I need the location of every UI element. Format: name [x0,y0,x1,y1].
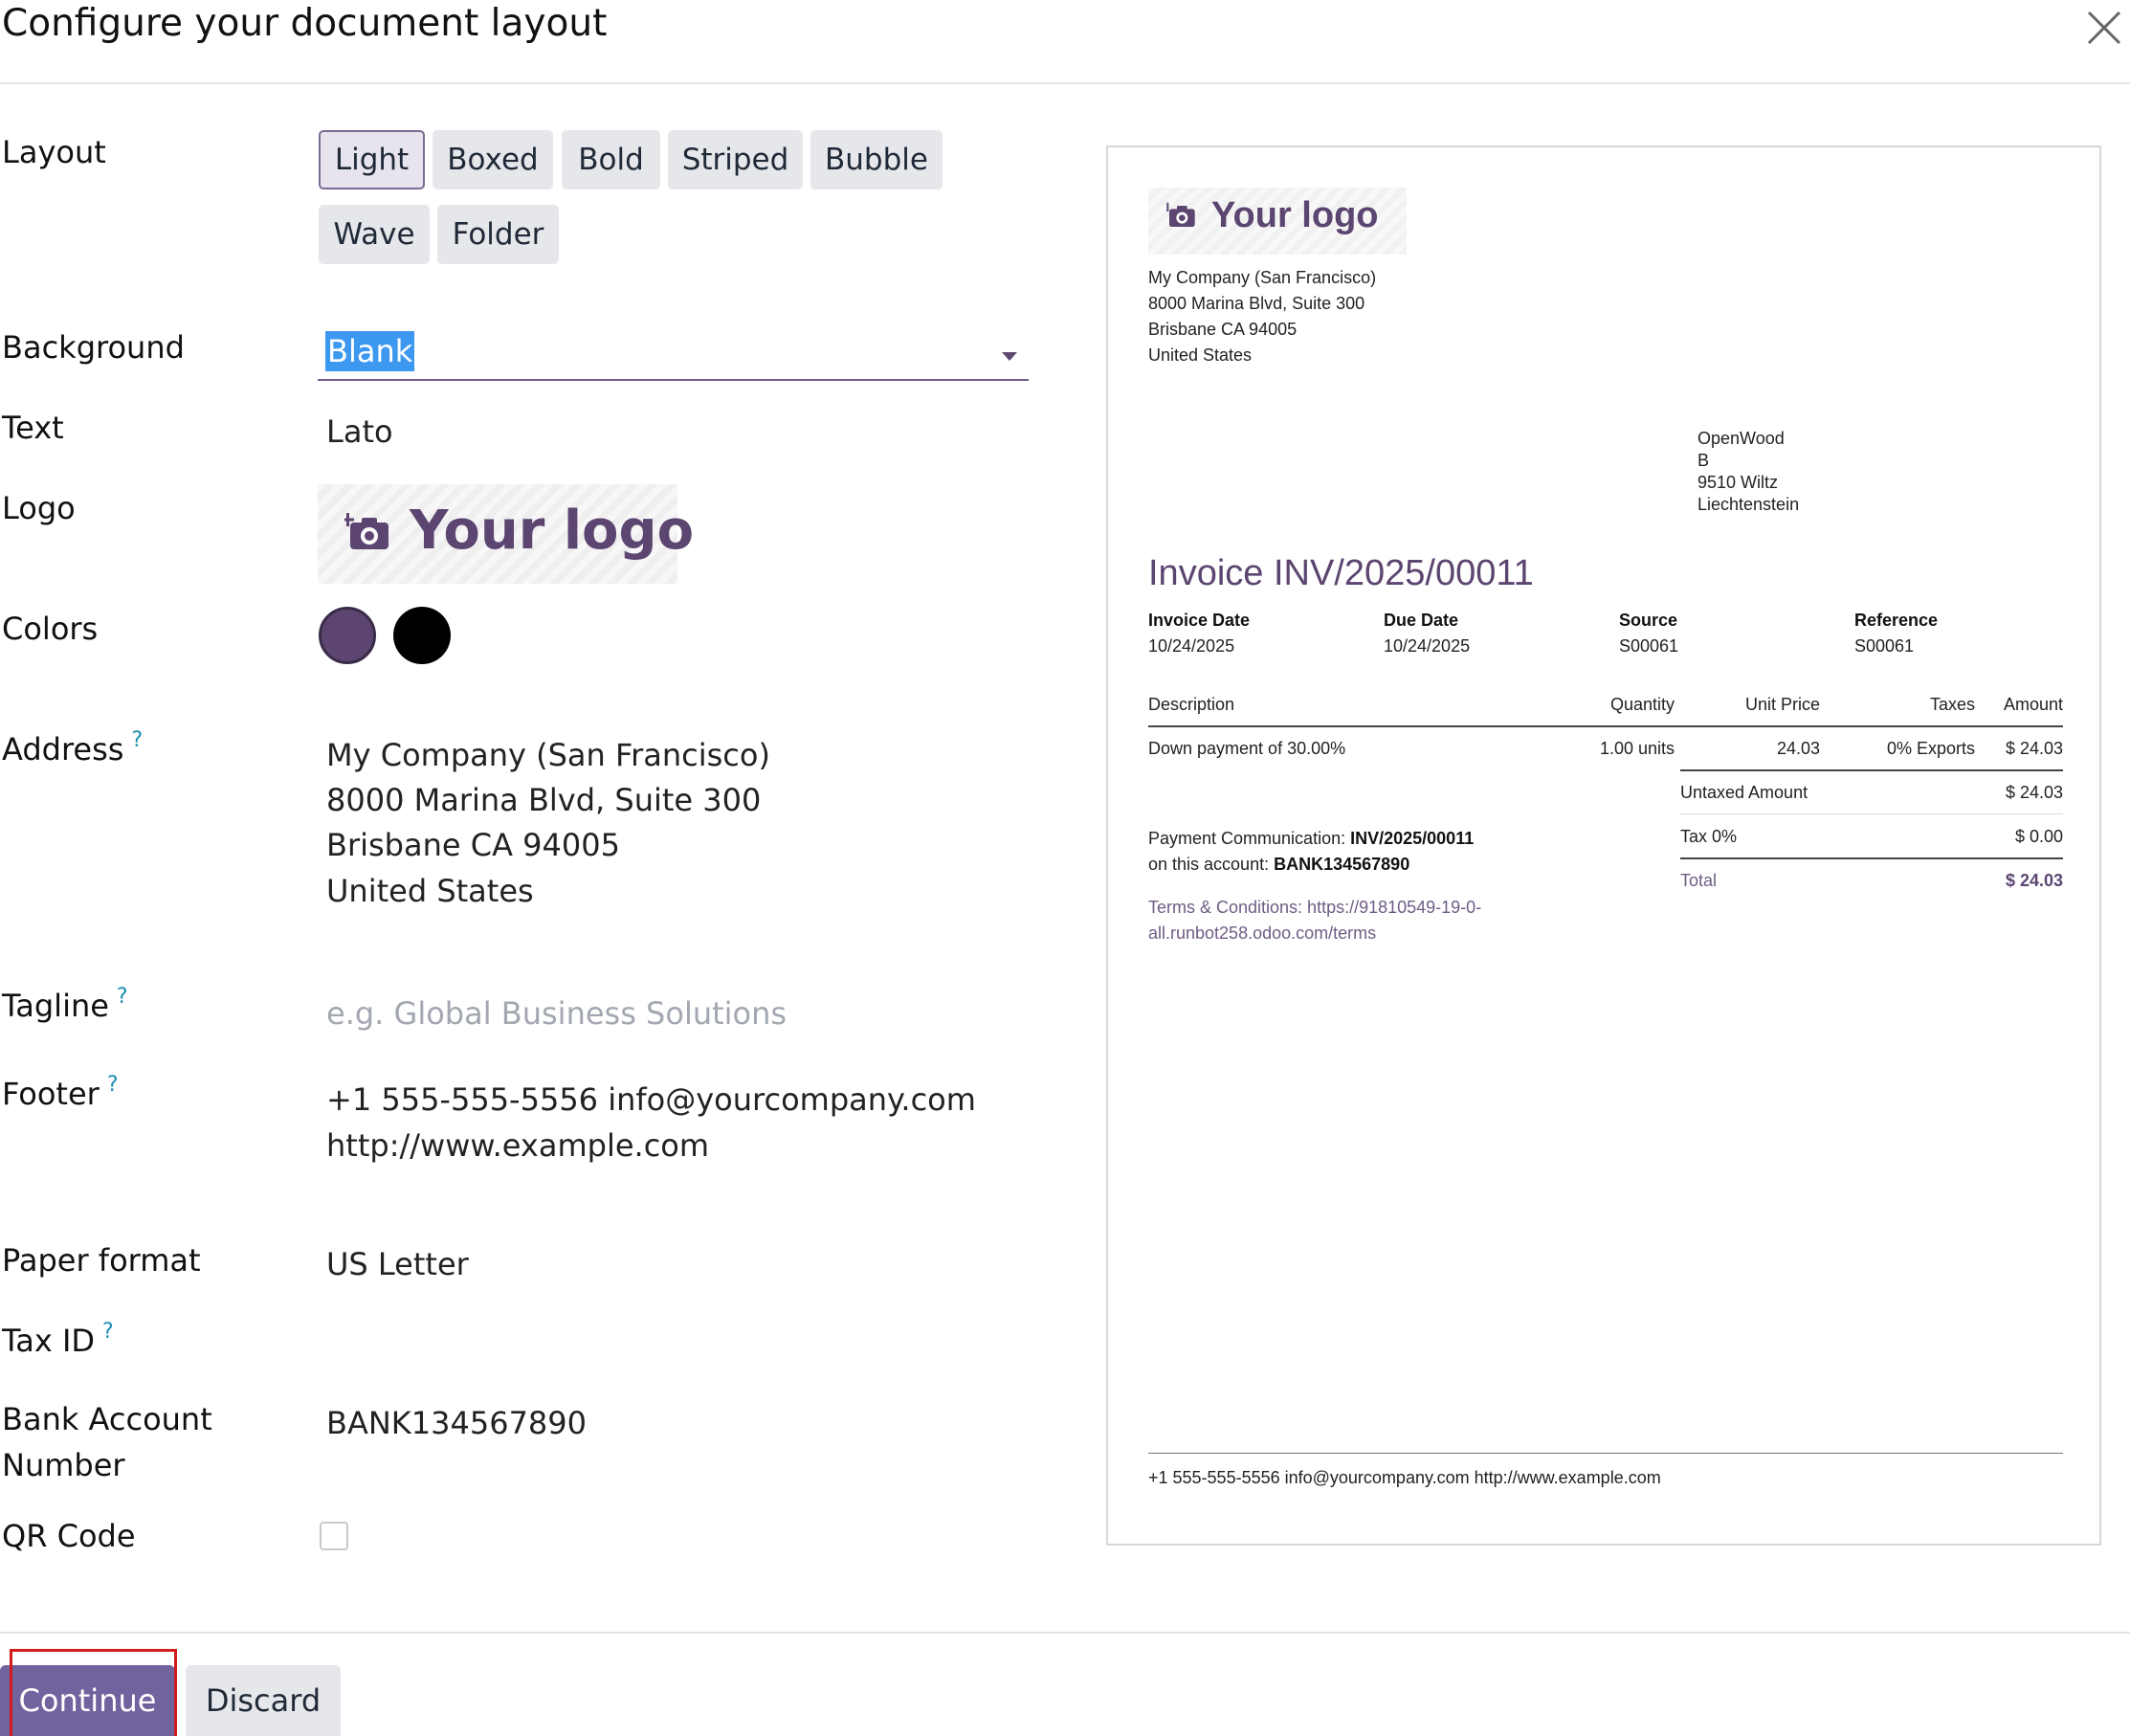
bank-account-label-line2: Number [2,1447,125,1483]
preview-customer-line: Liechtenstein [1697,495,1800,514]
tax-id-help-icon[interactable]: ? [102,1320,114,1344]
preview-company-line: 8000 Marina Blvd, Suite 300 [1148,294,1365,313]
preview-logo: Your logo [1148,188,1407,255]
footer-divider [0,1632,2130,1634]
logo-label: Logo [2,490,76,526]
totals-rule-light [1680,813,2063,814]
primary-color-swatch[interactable] [319,607,376,664]
chevron-down-icon [1002,352,1017,361]
preview-payment-communication: Payment Communication: INV/2025/00011 [1148,829,1475,848]
document-preview: Your logo My Company (San Francisco) 800… [1106,145,2101,1546]
continue-button[interactable]: Continue [0,1665,175,1736]
logo-text: Your logo [410,500,695,562]
footer-text-line[interactable]: http://www.example.com [326,1127,709,1164]
text-label: Text [2,410,64,446]
preview-info-label: Due Date [1384,611,1459,630]
preview-company-line: United States [1148,345,1253,365]
camera-plus-icon [344,513,388,549]
tagline-label: Tagline? [2,985,128,1024]
preview-terms-line: all.runbot258.odoo.com/terms [1148,924,1377,943]
dialog-title: Configure your document layout [2,2,608,45]
preview-table-cell: 0% Exports [1886,739,1975,758]
address-line[interactable]: My Company (San Francisco) [326,737,770,773]
preview-company-line: Brisbane CA 94005 [1148,320,1298,339]
footer-label: Footer? [2,1073,119,1112]
preview-invoice-title: Invoice INV/2025/00011 [1148,553,1534,593]
preview-total-value: $ 24.03 [2005,871,2063,890]
bank-account-label-line1: Bank Account [2,1401,212,1437]
tax-id-label: Tax ID? [2,1320,114,1359]
preview-table-cell: 1.00 units [1599,739,1675,758]
text-font-value[interactable]: Lato [326,413,393,450]
colors-label: Colors [2,611,99,647]
preview-customer-line: OpenWood [1697,429,1785,448]
background-select-value: Blank [325,331,415,371]
layout-option-wave[interactable]: Wave [319,205,430,264]
bank-account-value[interactable]: BANK134567890 [326,1405,587,1441]
preview-terms-line: Terms & Conditions: https://91810549-19-… [1148,898,1482,917]
address-help-icon[interactable]: ? [131,728,143,752]
qr-code-checkbox[interactable] [320,1522,348,1550]
preview-info-label: Source [1619,611,1678,630]
preview-footer-text: +1 555-555-5556 info@yourcompany.com htt… [1148,1468,1661,1487]
layout-option-light[interactable]: Light [319,130,425,189]
qr-code-label: QR Code [2,1518,136,1554]
totals-rule [1680,769,2063,771]
preview-table-cell: Down payment of 30.00% [1148,739,1346,758]
secondary-color-swatch[interactable] [393,607,451,664]
footer-help-icon[interactable]: ? [107,1073,119,1097]
preview-col-header: Quantity [1609,695,1675,714]
tagline-help-icon[interactable]: ? [117,985,128,1009]
preview-untaxed-label: Untaxed Amount [1680,783,1808,802]
close-icon[interactable] [2080,4,2128,52]
layout-option-boxed[interactable]: Boxed [433,130,553,189]
preview-logo-text: Your logo [1211,195,1379,235]
layout-option-folder[interactable]: Folder [437,205,559,264]
layout-label: Layout [2,134,106,170]
address-line[interactable]: Brisbane CA 94005 [326,827,620,863]
header-divider [0,82,2130,84]
layout-option-striped[interactable]: Striped [668,130,803,189]
preview-tax-label: Tax 0% [1680,827,1738,846]
preview-info-label: Invoice Date [1148,611,1251,630]
paper-format-value[interactable]: US Letter [326,1246,469,1282]
footer-text-line[interactable]: +1 555-555-5556 info@yourcompany.com [326,1081,976,1118]
preview-info-value: 10/24/2025 [1148,636,1235,656]
layout-option-bold[interactable]: Bold [562,130,660,189]
camera-plus-icon [1166,202,1195,227]
background-label: Background [2,329,185,366]
preview-untaxed-value: $ 24.03 [2005,783,2063,802]
preview-col-header: Description [1148,695,1235,714]
preview-table-cell: 24.03 [1776,739,1820,758]
paper-format-label: Paper format [2,1242,201,1279]
preview-info-label: Reference [1854,611,1939,630]
address-line[interactable]: United States [326,873,534,909]
table-header-rule [1148,725,2063,727]
preview-customer-line: B [1697,451,1710,470]
preview-company-line: My Company (San Francisco) [1148,268,1377,287]
totals-rule [1680,857,2063,859]
background-select[interactable]: Blank [318,325,1029,381]
discard-button[interactable]: Discard [186,1665,341,1736]
tagline-input[interactable]: e.g. Global Business Solutions [326,995,787,1032]
address-line[interactable]: 8000 Marina Blvd, Suite 300 [326,782,761,818]
preview-table-cell: $ 24.03 [2005,739,2063,758]
address-label: Address? [2,728,144,768]
preview-info-value: S00061 [1619,636,1679,656]
logo-upload[interactable]: Your logo [318,484,694,584]
preview-col-header: Amount [2003,695,2063,714]
preview-customer-line: 9510 Wiltz [1697,473,1779,492]
preview-col-header: Unit Price [1744,695,1820,714]
preview-tax-value: $ 0.00 [2014,827,2063,846]
preview-info-value: 10/24/2025 [1384,636,1471,656]
preview-footer-rule [1148,1453,2063,1454]
preview-total-label: Total [1680,871,1718,890]
preview-payment-account: on this account: BANK134567890 [1148,855,1410,874]
preview-info-value: S00061 [1854,636,1915,656]
preview-col-header: Taxes [1929,695,1975,714]
layout-option-bubble[interactable]: Bubble [810,130,943,189]
